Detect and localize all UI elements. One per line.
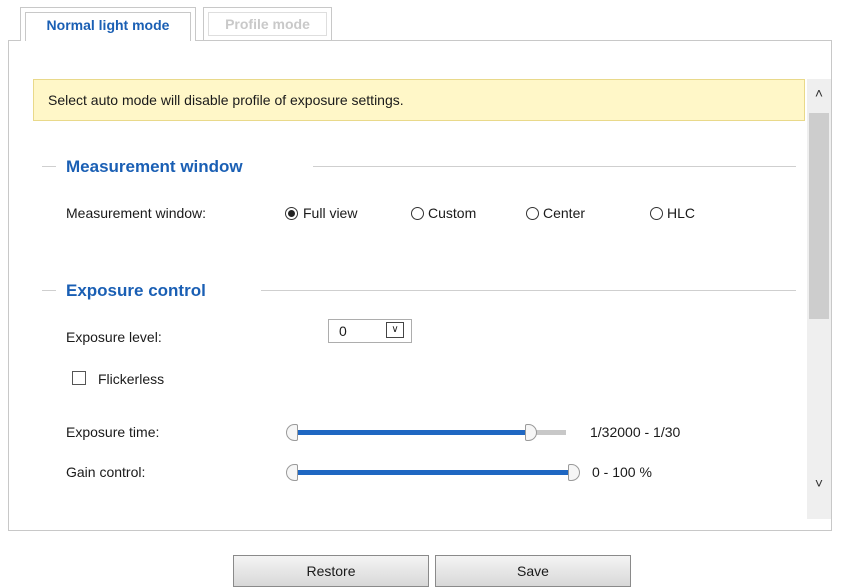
exposure-time-slider-handle-min[interactable] bbox=[286, 424, 298, 441]
save-button[interactable]: Save bbox=[435, 555, 631, 587]
gain-control-slider-handle-min[interactable] bbox=[286, 464, 298, 481]
radio-custom[interactable] bbox=[411, 207, 424, 220]
tab-profile-mode[interactable]: Profile mode bbox=[203, 7, 332, 41]
chevron-down-icon[interactable]: ˅ bbox=[807, 471, 831, 495]
radio-hlc[interactable] bbox=[650, 207, 663, 220]
gain-control-value: 0 - 100 % bbox=[592, 464, 652, 480]
flickerless-checkbox[interactable] bbox=[72, 371, 86, 385]
exposure-level-value: 0 bbox=[339, 323, 347, 339]
section-divider bbox=[42, 166, 56, 167]
section-title-measurement: Measurement window bbox=[66, 157, 243, 176]
radio-full-view-label: Full view bbox=[303, 205, 358, 221]
radio-center[interactable] bbox=[526, 207, 539, 220]
tab-normal-light-mode[interactable]: Normal light mode bbox=[20, 7, 196, 41]
radio-center-label: Center bbox=[543, 205, 586, 221]
exposure-level-select[interactable]: 0 ∨ bbox=[328, 319, 412, 343]
section-title-exposure: Exposure control bbox=[66, 281, 206, 300]
radio-hlc-label: HLC bbox=[667, 205, 696, 221]
exposure-time-label: Exposure time: bbox=[66, 424, 160, 440]
exposure-level-label: Exposure level: bbox=[66, 329, 162, 345]
tab-normal-light-mode-label: Normal light mode bbox=[25, 12, 191, 41]
exposure-time-slider-range bbox=[292, 430, 530, 435]
vertical-scrollbar[interactable]: ˄ ˅ bbox=[807, 79, 831, 519]
chevron-down-icon: ∨ bbox=[386, 322, 404, 338]
gain-control-slider-range[interactable] bbox=[292, 470, 574, 475]
tab-profile-mode-label: Profile mode bbox=[208, 12, 327, 36]
notice-banner: Select auto mode will disable profile of… bbox=[33, 79, 805, 121]
restore-button[interactable]: Restore bbox=[233, 555, 429, 587]
section-divider bbox=[42, 290, 56, 291]
gain-control-label: Gain control: bbox=[66, 464, 146, 480]
measurement-window-label: Measurement window: bbox=[66, 205, 207, 221]
chevron-up-icon[interactable]: ˄ bbox=[807, 81, 831, 105]
radio-custom-label: Custom bbox=[428, 205, 477, 221]
flickerless-label: Flickerless bbox=[98, 371, 165, 387]
section-divider bbox=[261, 290, 796, 291]
section-divider bbox=[313, 166, 796, 167]
exposure-time-value: 1/32000 - 1/30 bbox=[590, 424, 681, 440]
scrollbar-thumb[interactable] bbox=[809, 113, 829, 319]
radio-full-view[interactable] bbox=[285, 207, 298, 220]
